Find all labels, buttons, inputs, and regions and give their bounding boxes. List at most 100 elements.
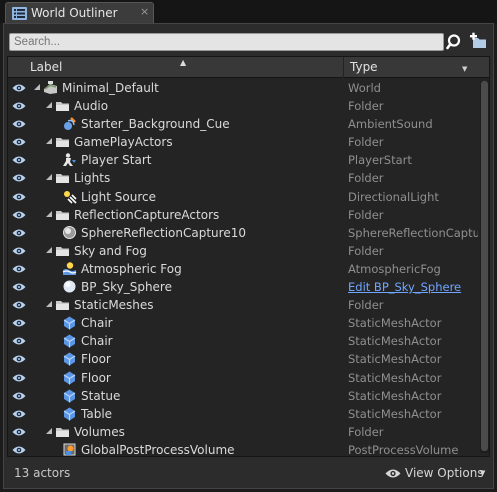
column-divider[interactable] <box>343 57 344 78</box>
tree-row-reflectioncaptureactors[interactable]: ReflectionCaptureActors Folder <box>8 206 489 224</box>
expand-arrow-icon[interactable] <box>45 246 53 254</box>
sky-sphere-icon <box>63 280 76 293</box>
row-type: Folder <box>348 99 384 114</box>
visibility-eye-icon[interactable] <box>12 354 26 364</box>
row-type: StaticMeshActor <box>348 406 442 421</box>
static-mesh-icon <box>63 371 76 384</box>
expand-arrow-icon[interactable] <box>33 83 41 91</box>
visibility-eye-icon[interactable] <box>12 83 26 93</box>
folder-icon <box>56 210 69 220</box>
visibility-eye-icon[interactable] <box>12 300 26 310</box>
folder-icon <box>56 138 69 148</box>
search-icon[interactable] <box>446 33 464 51</box>
visibility-eye-icon[interactable] <box>12 246 26 256</box>
visibility-eye-icon[interactable] <box>12 155 26 165</box>
tree-row-sky-and-fog[interactable]: Sky and Fog Folder <box>8 242 489 260</box>
tree-row-atmospheric-fog[interactable]: Atmospheric Fog AtmosphericFog <box>8 260 489 278</box>
tree-row-bp-sky-sphere[interactable]: BP_Sky_Sphere Edit BP_Sky_Sphere <box>8 278 489 296</box>
expand-arrow-icon[interactable] <box>45 210 53 218</box>
tree-row-table[interactable]: Table StaticMeshActor <box>8 405 489 423</box>
row-label: GlobalPostProcessVolume <box>81 442 235 457</box>
visibility-eye-icon[interactable] <box>12 409 26 419</box>
visibility-eye-icon[interactable] <box>12 336 26 346</box>
tree-row-staticmeshes[interactable]: StaticMeshes Folder <box>8 296 489 314</box>
expand-arrow-icon[interactable] <box>45 173 53 181</box>
outliner-icon <box>12 7 27 20</box>
row-type: PostProcessVolume <box>348 442 459 457</box>
tree-row-audio[interactable]: Audio Folder <box>8 97 489 115</box>
row-type: Folder <box>348 135 384 150</box>
row-label: Light Source <box>81 189 156 204</box>
column-options-dropdown-icon[interactable]: ▼ <box>462 65 467 73</box>
row-list: Minimal_Default World Audio Folder Starter_B… <box>8 79 489 457</box>
row-label: Audio <box>74 99 109 114</box>
close-icon[interactable]: × <box>140 5 149 18</box>
tab-title: World Outliner <box>31 6 118 20</box>
visibility-eye-icon[interactable] <box>12 192 26 202</box>
tree-row-spherereflectioncapture10[interactable]: SphereReflectionCapture10 SphereReflectio… <box>8 224 489 242</box>
visibility-eye-icon[interactable] <box>12 101 26 111</box>
edit-blueprint-link[interactable]: Edit BP_Sky_Sphere <box>348 280 478 294</box>
tree-row-chair[interactable]: Chair StaticMeshActor <box>8 314 489 332</box>
vertical-scrollbar[interactable] <box>480 81 489 453</box>
footer-bar: 13 actors View Options ▼ <box>4 460 493 488</box>
ambient-sound-icon <box>64 117 76 131</box>
folder-icon <box>56 246 69 256</box>
expand-arrow-icon[interactable] <box>45 300 53 308</box>
visibility-eye-icon[interactable] <box>12 318 26 328</box>
visibility-eye-icon[interactable] <box>12 445 26 455</box>
tree-row-starter-background-cue[interactable]: Starter_Background_Cue AmbientSound <box>8 115 489 133</box>
search-input[interactable] <box>9 33 444 51</box>
static-mesh-icon <box>63 334 76 348</box>
row-type: World <box>348 81 381 95</box>
row-label: Starter_Background_Cue <box>81 117 230 132</box>
tree-row-player-start[interactable]: Player Start PlayerStart <box>8 151 489 169</box>
row-type: StaticMeshActor <box>348 370 442 385</box>
visibility-eye-icon[interactable] <box>12 264 26 274</box>
folder-icon <box>56 174 69 184</box>
column-type-header[interactable]: Type <box>350 60 378 74</box>
tree-row-gameplayactors[interactable]: GamePlayActors Folder <box>8 133 489 151</box>
row-type: StaticMeshActor <box>348 388 442 403</box>
row-type: Folder <box>348 171 384 186</box>
visibility-eye-icon[interactable] <box>12 391 26 401</box>
add-folder-icon[interactable] <box>469 32 489 52</box>
row-type: Folder <box>348 298 384 313</box>
tree-row-minimal-default[interactable]: Minimal_Default World <box>8 79 489 97</box>
actor-count: 13 actors <box>14 466 71 480</box>
visibility-eye-icon[interactable] <box>12 119 26 129</box>
row-label: BP_Sky_Sphere <box>81 280 172 295</box>
column-label-header[interactable]: Label <box>30 60 62 74</box>
player-start-icon <box>63 153 76 167</box>
visibility-eye-icon[interactable] <box>12 173 26 183</box>
chevron-down-icon: ▼ <box>480 469 486 477</box>
visibility-eye-icon[interactable] <box>12 137 26 147</box>
expand-arrow-icon[interactable] <box>45 101 53 109</box>
visibility-eye-icon[interactable] <box>12 228 26 238</box>
row-label: Chair <box>81 316 113 331</box>
expand-arrow-icon[interactable] <box>45 137 53 145</box>
tree-row-chair[interactable]: Chair StaticMeshActor <box>8 332 489 350</box>
visibility-eye-icon[interactable] <box>12 427 26 437</box>
scrollbar-thumb[interactable] <box>481 81 488 451</box>
row-type: StaticMeshActor <box>348 334 442 349</box>
view-options-button[interactable]: View Options ▼ <box>385 463 489 484</box>
tree-row-statue[interactable]: Statue StaticMeshActor <box>8 387 489 405</box>
folder-icon <box>56 102 69 112</box>
row-type: Folder <box>348 424 384 439</box>
tree-row-floor[interactable]: Floor StaticMeshActor <box>8 350 489 368</box>
tab-world-outliner[interactable]: World Outliner × <box>5 2 154 23</box>
visibility-eye-icon[interactable] <box>12 210 26 220</box>
reflection-capture-icon <box>63 225 76 239</box>
static-mesh-icon <box>63 407 76 421</box>
tree-row-lights[interactable]: Lights Folder <box>8 169 489 187</box>
row-label: Sky and Fog <box>74 243 147 258</box>
expand-arrow-icon[interactable] <box>45 427 53 435</box>
tree-row-globalpostprocessvolume[interactable]: GlobalPostProcessVolume PostProcessVolume <box>8 441 489 457</box>
visibility-eye-icon[interactable] <box>12 282 26 292</box>
tree-row-floor[interactable]: Floor StaticMeshActor <box>8 369 489 387</box>
tree-row-volumes[interactable]: Volumes Folder <box>8 423 489 441</box>
tree-row-light-source[interactable]: Light Source DirectionalLight <box>8 188 489 206</box>
visibility-eye-icon[interactable] <box>12 373 26 383</box>
outliner-tree: Label ▲ Type ▼ Minimal_Default World Audio… <box>7 56 490 457</box>
